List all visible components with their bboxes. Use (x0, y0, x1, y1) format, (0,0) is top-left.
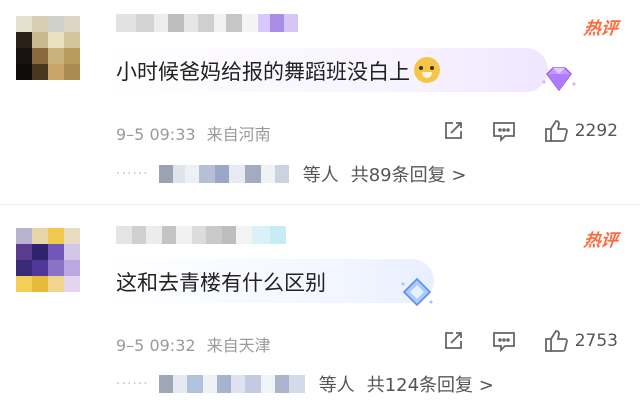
reply-button[interactable] (491, 119, 517, 143)
comment-actions: 2753 (415, 328, 618, 354)
reply-summary[interactable]: ······ 等人 共89条回复 > (116, 165, 466, 186)
avatar[interactable] (16, 16, 80, 80)
share-button[interactable] (441, 119, 465, 143)
comment-item: 热评 这和去青楼有什么区别 9–5 09:32 来自天津 2753 ······… (0, 212, 640, 411)
replier-names (158, 375, 305, 393)
reply-button[interactable] (491, 329, 517, 353)
comment-icon (492, 332, 515, 353)
thumbs-up-icon (544, 120, 568, 142)
like-count: 2292 (574, 121, 618, 141)
blue-diamond-icon (400, 276, 434, 312)
timestamp: 9–5 09:33 (116, 125, 196, 144)
username[interactable] (116, 226, 286, 244)
reply-people-label: 等人 (302, 165, 339, 186)
replier-names (158, 165, 289, 183)
avatar[interactable] (16, 228, 80, 292)
timestamp: 9–5 09:32 (116, 336, 196, 355)
reply-summary[interactable]: ······ 等人 共124条回复 > (116, 375, 494, 396)
share-icon (444, 332, 462, 349)
dotted-line: ······ (116, 376, 149, 392)
like-button[interactable]: 2292 (543, 118, 618, 144)
reply-count-link[interactable]: 共124条回复 > (367, 371, 494, 397)
comment-meta: 9–5 09:33 来自河南 (116, 121, 271, 145)
dotted-line: ······ (116, 166, 149, 182)
comment-icon (492, 122, 515, 143)
location: 来自河南 (206, 125, 271, 144)
hot-comment-badge: 热评 (582, 19, 619, 39)
comment-text[interactable]: 小时候爸妈给报的舞蹈班没白上 (116, 56, 440, 86)
like-count: 2753 (574, 331, 618, 351)
divider (0, 204, 640, 205)
username[interactable] (116, 14, 298, 32)
doge-emoji-icon (414, 57, 440, 83)
comment-content: 这和去青楼有什么区别 (116, 271, 326, 295)
hot-comment-badge: 热评 (582, 231, 619, 251)
reply-people-label: 等人 (318, 375, 355, 396)
thumbs-up-icon (544, 330, 568, 352)
purple-diamond-icon (541, 66, 577, 98)
comment-actions: 2292 (415, 118, 618, 144)
comment-item: 热评 小时候爸妈给报的舞蹈班没白上 9–5 09:33 来自河南 2292 ··… (0, 0, 640, 200)
comment-content: 小时候爸妈给报的舞蹈班没白上 (116, 60, 410, 84)
comment-text[interactable]: 这和去青楼有什么区别 (116, 267, 326, 297)
reply-count-link[interactable]: 共89条回复 > (351, 161, 467, 187)
like-button[interactable]: 2753 (543, 328, 618, 354)
comment-meta: 9–5 09:32 来自天津 (116, 332, 271, 356)
share-button[interactable] (441, 329, 465, 353)
share-icon (444, 122, 462, 139)
location: 来自天津 (206, 336, 271, 355)
